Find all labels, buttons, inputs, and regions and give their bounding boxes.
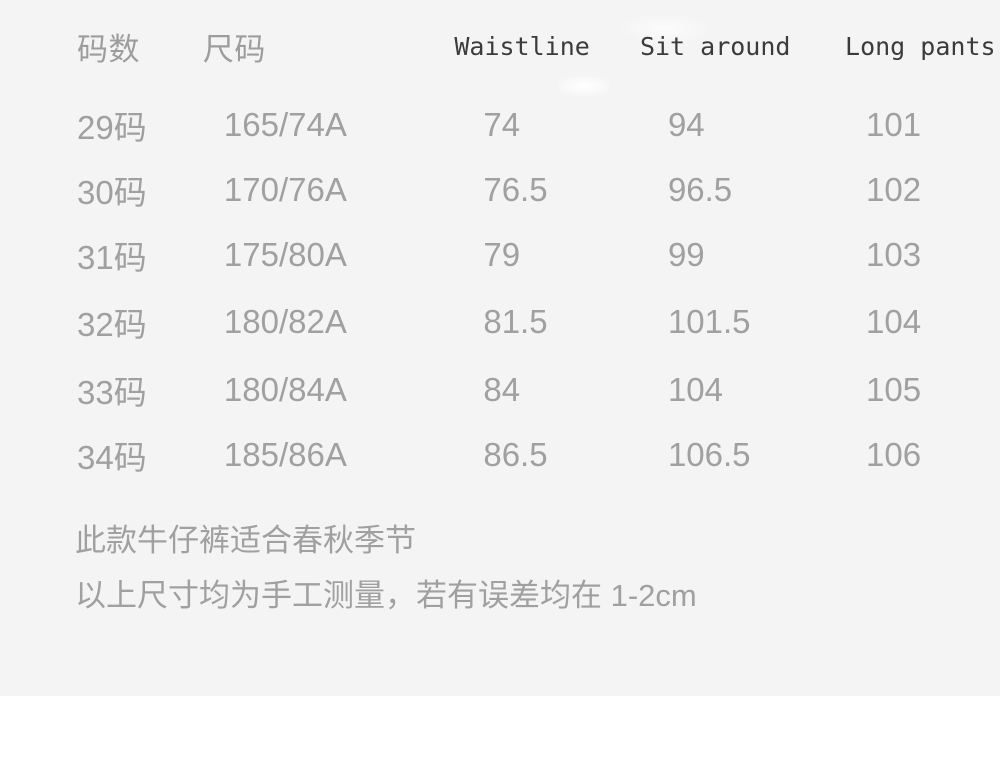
table-row: 34码 185/86A 86.5 106.5 106 xyxy=(0,422,1000,487)
cell-size: 29码 xyxy=(77,108,147,146)
cell-waistline: 76.5 xyxy=(483,170,548,208)
cell-size: 30码 xyxy=(77,173,147,211)
cell-sit-around: 94 xyxy=(667,105,705,143)
cell-long-pants: 102 xyxy=(866,170,922,208)
cell-spec: 180/82A xyxy=(223,303,347,340)
column-header-size-number: 码数 xyxy=(77,31,140,67)
cell-spec: 180/84A xyxy=(223,370,347,408)
cell-spec: 165/74A xyxy=(223,105,347,143)
column-header-long-pants: Long pants xyxy=(845,31,996,61)
note-season: 此款牛仔裤适合春秋季节 xyxy=(75,523,416,558)
product-size-chart-page: 码数 尺码 Waistline Sit around Long pants 29… xyxy=(0,0,1000,757)
cell-sit-around: 99 xyxy=(667,235,705,273)
cell-sit-around: 106.5 xyxy=(667,435,751,473)
table-row: 29码 165/74A 74 94 101 xyxy=(0,92,1000,157)
cell-size: 32码 xyxy=(77,306,147,343)
cell-sit-around: 104 xyxy=(667,370,723,408)
cell-waistline: 81.5 xyxy=(483,303,548,340)
column-header-waistline: Waistline xyxy=(454,31,590,61)
cell-spec: 185/86A xyxy=(223,435,347,473)
cell-waistline: 86.5 xyxy=(483,435,548,473)
cell-waistline: 74 xyxy=(483,105,521,143)
table-row: 32码 180/82A 81.5 101.5 104 xyxy=(0,287,1000,357)
size-chart-notes: 此款牛仔裤适合春秋季节 以上尺寸均为手工测量，若有误差均在 1-2cm xyxy=(75,513,955,623)
size-table-header: 码数 尺码 Waistline Sit around Long pants xyxy=(0,0,1000,92)
column-header-sit-around: Sit around xyxy=(639,31,791,61)
cell-long-pants: 105 xyxy=(866,370,922,408)
size-table-body: 29码 165/74A 74 94 101 30码 170/76A 76.5 9… xyxy=(0,92,1000,487)
table-row: 33码 180/84A 84 104 105 xyxy=(0,357,1000,422)
table-row: 30码 170/76A 76.5 96.5 102 xyxy=(0,157,1000,222)
cell-size: 31码 xyxy=(77,238,147,276)
cell-long-pants: 103 xyxy=(866,235,922,273)
cell-waistline: 84 xyxy=(483,370,521,408)
cell-long-pants: 101 xyxy=(866,105,922,143)
cell-spec: 170/76A xyxy=(223,170,347,208)
cell-sit-around: 101.5 xyxy=(667,303,751,340)
size-table: 码数 尺码 Waistline Sit around Long pants 29… xyxy=(0,0,1000,487)
note-measurement-tolerance: 以上尺寸均为手工测量，若有误差均在 1-2cm xyxy=(75,578,697,613)
table-row: 31码 175/80A 79 99 103 xyxy=(0,222,1000,287)
cell-waistline: 79 xyxy=(483,235,521,273)
table-header-row: 码数 尺码 Waistline Sit around Long pants xyxy=(0,0,1000,92)
cell-size: 34码 xyxy=(77,438,147,476)
cell-long-pants: 106 xyxy=(866,435,922,473)
column-header-size-spec: 尺码 xyxy=(202,31,266,67)
cell-spec: 175/80A xyxy=(223,235,347,273)
cell-long-pants: 104 xyxy=(866,303,922,340)
cell-sit-around: 96.5 xyxy=(667,170,733,208)
cell-size: 33码 xyxy=(77,373,147,411)
